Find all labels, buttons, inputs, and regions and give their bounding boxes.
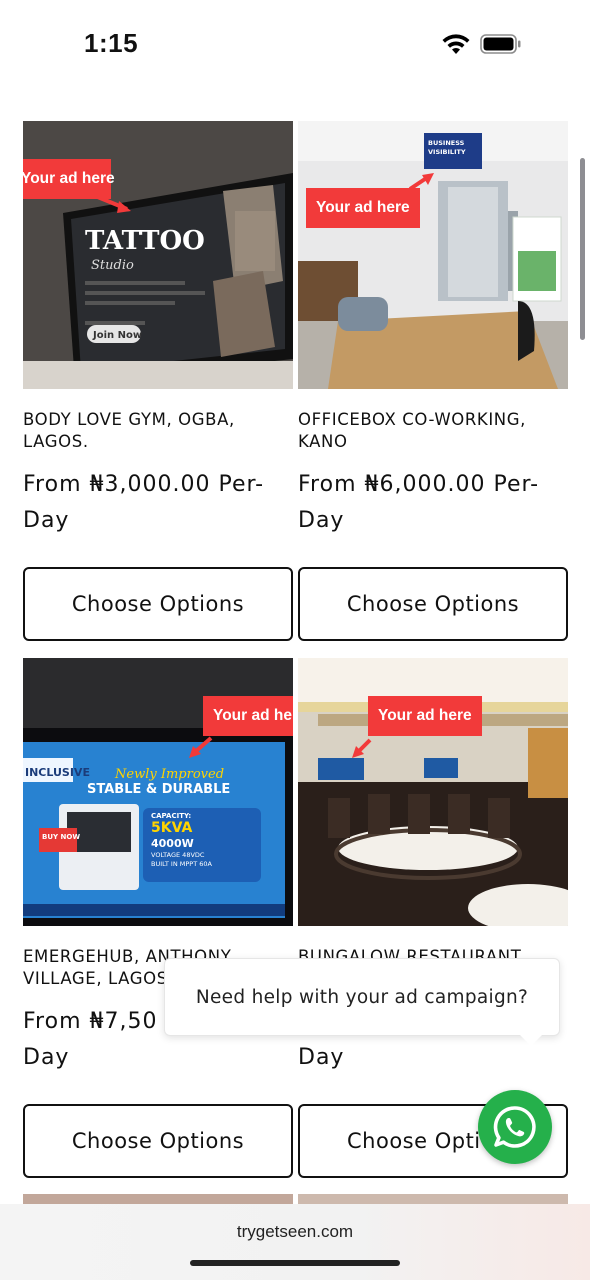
product-image[interactable]: BUSINESS VISIBILITY Your ad here (298, 121, 568, 389)
product-image-text: BUSINESS (428, 139, 465, 147)
product-image-text: Studio (91, 258, 134, 273)
product-image[interactable] (23, 1194, 293, 1204)
wifi-icon (442, 34, 470, 54)
product-price-line2: Day (23, 1045, 70, 1070)
ad-overlay-label: Your ad here (23, 159, 115, 199)
product-title[interactable]: BODY LOVE GYM, OGBA, LAGOS. (23, 409, 293, 453)
status-time: 1:15 (84, 28, 139, 58)
product-image-text: INCLUSIVE (25, 766, 90, 779)
browser-url-bar[interactable]: trygetseen.com (0, 1204, 590, 1280)
product-image-text: 5KVA (151, 820, 192, 836)
product-price-line1: From ₦7,50 (23, 1009, 158, 1034)
product-image-text: BUY NOW (42, 833, 80, 841)
product-image[interactable] (298, 1194, 568, 1204)
url-text[interactable]: trygetseen.com (0, 1222, 590, 1242)
product-image-text: VISIBILITY (428, 148, 466, 156)
product-image-text: TATTOO (85, 226, 205, 256)
product-image-text: VOLTAGE 48VDC (151, 851, 205, 859)
ad-overlay-label: Your ad here (368, 696, 482, 736)
choose-options-button[interactable]: Choose Options (23, 1104, 293, 1178)
product-image[interactable]: TATTOO Studio Join Now Your ad here (23, 121, 293, 389)
product-image-text: BUILT IN MPPT 60A (151, 860, 212, 868)
status-bar: 1:15 (0, 0, 590, 90)
whatsapp-button[interactable] (478, 1090, 552, 1164)
product-price: From ₦6,000.00 Per-Day (298, 472, 540, 533)
choose-options-button[interactable]: Choose Options (298, 567, 568, 641)
product-image-text: 4000W (151, 837, 194, 850)
whatsapp-icon (493, 1106, 536, 1148)
product-title[interactable]: OFFICEBOX CO-WORKING, KANO (298, 409, 568, 453)
product-image-text: STABLE & DURABLE (87, 782, 230, 797)
product-price-line2: Day (298, 1045, 345, 1070)
product-image[interactable]: INCLUSIVE Newly Improved STABLE & DURABL… (23, 658, 293, 926)
product-price: From ₦3,000.00 Per-Day (23, 472, 265, 533)
choose-options-button[interactable]: Choose Options (23, 567, 293, 641)
battery-icon (480, 34, 521, 54)
page-scrollbar[interactable] (580, 158, 585, 340)
product-image[interactable]: Your ad here (298, 658, 568, 926)
product-image-text: Newly Improved (114, 767, 224, 782)
ad-overlay-label: Your ad here (306, 188, 420, 228)
help-chat-text: Need help with your ad campaign? (195, 986, 529, 1008)
product-image-text: Join Now (92, 330, 142, 341)
help-bubble-tail (519, 1034, 543, 1046)
product-image-text: CAPACITY: (151, 812, 191, 820)
home-indicator[interactable] (190, 1260, 400, 1266)
ad-overlay-label: Your ad here (203, 696, 293, 736)
help-chat-bubble[interactable]: Need help with your ad campaign? (164, 958, 560, 1046)
